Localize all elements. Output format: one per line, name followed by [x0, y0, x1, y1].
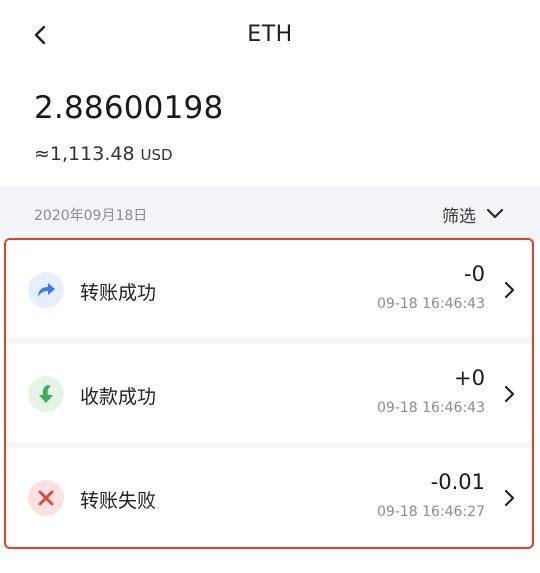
transaction-row-received[interactable]: 收款成功 +0 09-18 16:46:43 — [6, 344, 531, 442]
transaction-row-failed[interactable]: 转账失败 -0.01 09-18 16:46:27 — [6, 448, 531, 546]
transaction-label: 收款成功 — [80, 386, 157, 408]
transaction-time: 09-18 16:46:43 — [376, 296, 485, 312]
transaction-row-sent[interactable]: 转账成功 -0 09-18 16:46:43 — [6, 240, 531, 338]
chevron-right-icon — [501, 488, 517, 508]
date-bar: 2020年09月18日 筛选 — [0, 187, 540, 241]
chevron-right-icon — [501, 384, 517, 404]
transaction-amount: -0 — [464, 262, 485, 286]
chevron-down-icon — [486, 208, 504, 219]
transaction-amount: +0 — [454, 366, 485, 390]
send-arrow-icon — [28, 272, 64, 308]
transaction-time: 09-18 16:46:43 — [376, 400, 485, 416]
transaction-amount: -0.01 — [430, 470, 485, 494]
date-label: 2020年09月18日 — [34, 208, 148, 224]
transaction-label: 转账失败 — [80, 490, 157, 512]
fiat-amount: ≈1,113.48 — [34, 143, 135, 165]
page-title: ETH — [247, 22, 293, 47]
transaction-label: 转账成功 — [80, 282, 157, 304]
fiat-value: ≈1,113.48 USD — [34, 143, 173, 165]
transaction-list: 转账成功 -0 09-18 16:46:43 收款成功 +0 09-18 16:… — [4, 238, 534, 549]
filter-button[interactable]: 筛选 — [442, 199, 504, 229]
fiat-unit: USD — [140, 146, 173, 164]
chevron-right-icon — [501, 280, 517, 300]
receive-arrow-icon — [28, 376, 64, 412]
header: ETH — [0, 0, 540, 72]
transaction-time: 09-18 16:46:27 — [376, 504, 485, 520]
failed-x-icon — [28, 480, 64, 516]
filter-label: 筛选 — [442, 206, 476, 227]
balance-amount: 2.88600198 — [34, 90, 224, 126]
